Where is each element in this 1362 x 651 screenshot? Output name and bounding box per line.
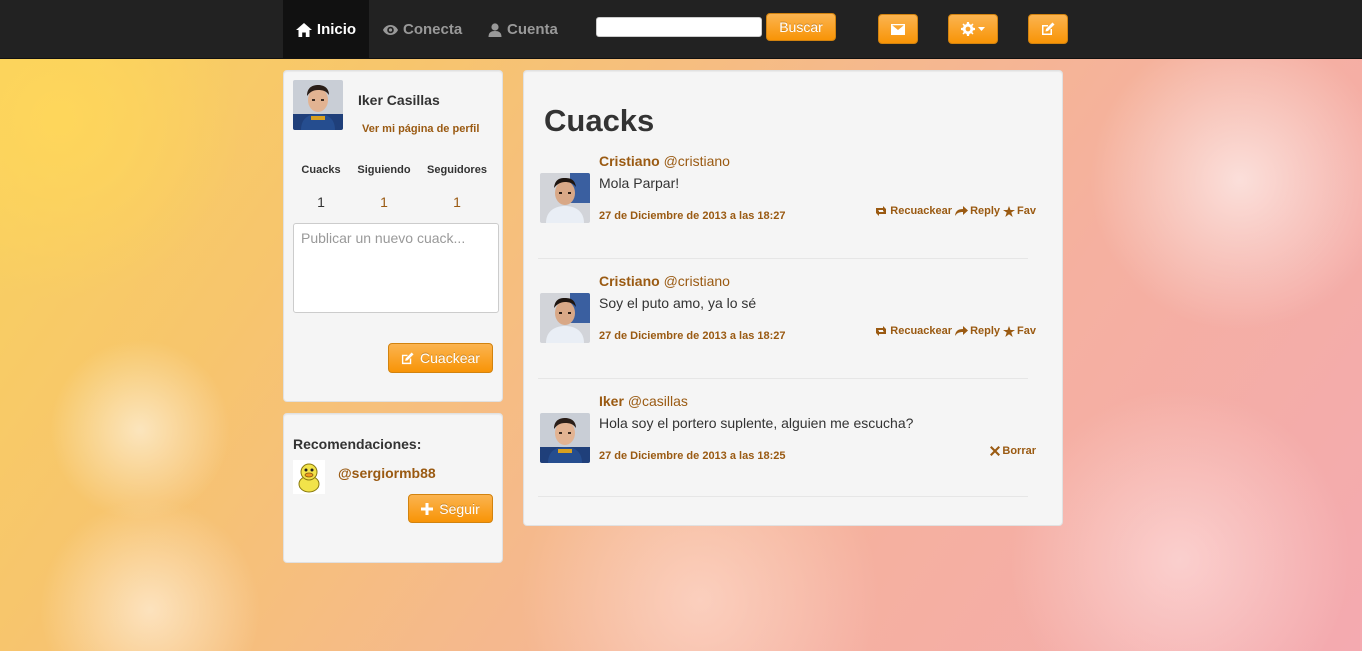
cuack-text: Hola soy el portero suplente, alguien me… — [599, 415, 914, 431]
cuack-item: Cristiano @cristiano Soy el puto amo, ya… — [538, 273, 1036, 379]
settings-button[interactable] — [948, 14, 998, 44]
cuack-actions: Recuackear Reply Fav — [874, 205, 1036, 217]
cuack-author-handle[interactable]: @cristiano — [664, 273, 730, 289]
messages-button[interactable] — [878, 14, 918, 44]
star-icon — [1003, 325, 1016, 337]
delete-button[interactable]: Borrar — [990, 445, 1036, 457]
nav-connect[interactable]: Conecta — [383, 0, 462, 59]
stat-following-label: Siguiendo — [357, 164, 411, 176]
cuack-author-name[interactable]: Cristiano — [599, 153, 660, 169]
stat-cuacks-label: Cuacks — [301, 164, 341, 176]
cuack-actions: Recuackear Reply Fav — [874, 325, 1036, 337]
nav-home-label: Inicio — [316, 21, 357, 38]
cuack-author: Iker @casillas — [599, 393, 688, 409]
search-input[interactable] — [596, 17, 762, 37]
recuack-button[interactable]: Recuackear — [874, 325, 952, 337]
new-cuack-textarea[interactable] — [293, 223, 499, 313]
cuack-author-handle[interactable]: @casillas — [628, 393, 688, 409]
reply-label: Reply — [970, 325, 1001, 337]
eye-icon — [383, 24, 398, 35]
profile-panel: Iker Casillas Ver mi página de perfil Cu… — [283, 70, 503, 402]
envelope-icon — [891, 23, 905, 35]
reply-button[interactable]: Reply — [955, 205, 1000, 217]
recommendations-title: Recomendaciones: — [293, 436, 422, 452]
cuack-text: Mola Parpar! — [599, 175, 680, 191]
cuack-author: Cristiano @cristiano — [599, 273, 730, 289]
edit-icon — [1042, 22, 1055, 35]
cuack-text: Soy el puto amo, ya lo sé — [599, 295, 757, 311]
profile-page-link[interactable]: Ver mi página de perfil — [362, 123, 479, 135]
home-icon — [295, 22, 312, 37]
reply-button[interactable]: Reply — [955, 325, 1000, 337]
timeline-panel: Cuacks Cristiano @cristiano Mola Parpar!… — [523, 70, 1063, 526]
stat-following-value[interactable]: 1 — [353, 194, 415, 210]
duck-icon — [293, 460, 325, 494]
recuack-button[interactable]: Recuackear — [874, 205, 952, 217]
search-button[interactable]: Buscar — [766, 13, 836, 41]
cuack-date: 27 de Diciembre de 2013 a las 18:27 — [599, 330, 786, 342]
share-icon — [955, 326, 969, 336]
nav-account[interactable]: Cuenta — [488, 0, 558, 59]
share-icon — [955, 206, 969, 216]
profile-avatar[interactable] — [293, 80, 343, 130]
cuack-avatar[interactable] — [540, 293, 590, 343]
delete-label: Borrar — [1002, 445, 1036, 457]
plus-icon — [421, 502, 434, 515]
nav-account-label: Cuenta — [507, 21, 558, 38]
nav-connect-label: Conecta — [403, 21, 463, 38]
recuack-label: Recuackear — [890, 205, 953, 217]
nav-home[interactable]: Inicio — [283, 0, 369, 59]
stat-cuacks-value: 1 — [317, 194, 325, 210]
edit-icon — [401, 351, 414, 364]
cuack-author-handle[interactable]: @cristiano — [664, 153, 730, 169]
caret-down-icon — [978, 27, 985, 31]
fav-label: Fav — [1017, 325, 1036, 337]
timeline-title: Cuacks — [544, 103, 655, 138]
compose-button[interactable] — [1028, 14, 1068, 44]
reply-label: Reply — [970, 205, 1001, 217]
stat-followers-label: Seguidores — [427, 164, 487, 176]
user-icon — [488, 22, 502, 37]
cuackear-button-label: Cuackear — [420, 350, 480, 366]
follow-button[interactable]: Seguir — [408, 494, 493, 523]
fav-button[interactable]: Fav — [1003, 325, 1036, 337]
fav-button[interactable]: Fav — [1003, 205, 1036, 217]
duck-avatar[interactable] — [293, 460, 325, 494]
close-icon — [990, 446, 1001, 456]
cuackear-button[interactable]: Cuackear — [388, 343, 493, 373]
cuack-date: 27 de Diciembre de 2013 a las 18:25 — [599, 450, 786, 462]
recommendations-panel: Recomendaciones: @sergiormb88 Seguir — [283, 413, 503, 563]
follow-button-label: Seguir — [439, 500, 480, 517]
cuack-item: Cristiano @cristiano Mola Parpar! 27 de … — [538, 153, 1036, 259]
star-icon — [1003, 205, 1016, 217]
fav-label: Fav — [1017, 205, 1036, 217]
recommended-user-link[interactable]: @sergiormb88 — [338, 465, 436, 481]
cuack-author-name[interactable]: Iker — [599, 393, 624, 409]
cuack-actions: Borrar — [990, 445, 1036, 457]
search-button-label: Buscar — [779, 19, 823, 35]
gear-icon — [961, 22, 975, 36]
cuack-avatar[interactable] — [540, 173, 590, 223]
retweet-icon — [876, 326, 887, 336]
stat-followers-value[interactable]: 1 — [422, 194, 492, 210]
cuack-author: Cristiano @cristiano — [599, 153, 730, 169]
recuack-label: Recuackear — [890, 325, 953, 337]
cuack-item: Iker @casillas Hola soy el portero suple… — [538, 393, 1036, 497]
cuack-avatar[interactable] — [540, 413, 590, 463]
profile-name: Iker Casillas — [358, 92, 440, 108]
retweet-icon — [876, 206, 887, 216]
cuack-date: 27 de Diciembre de 2013 a las 18:27 — [599, 210, 786, 222]
cuack-author-name[interactable]: Cristiano — [599, 273, 660, 289]
top-navbar: Inicio Conecta Cuenta Buscar — [0, 0, 1362, 59]
